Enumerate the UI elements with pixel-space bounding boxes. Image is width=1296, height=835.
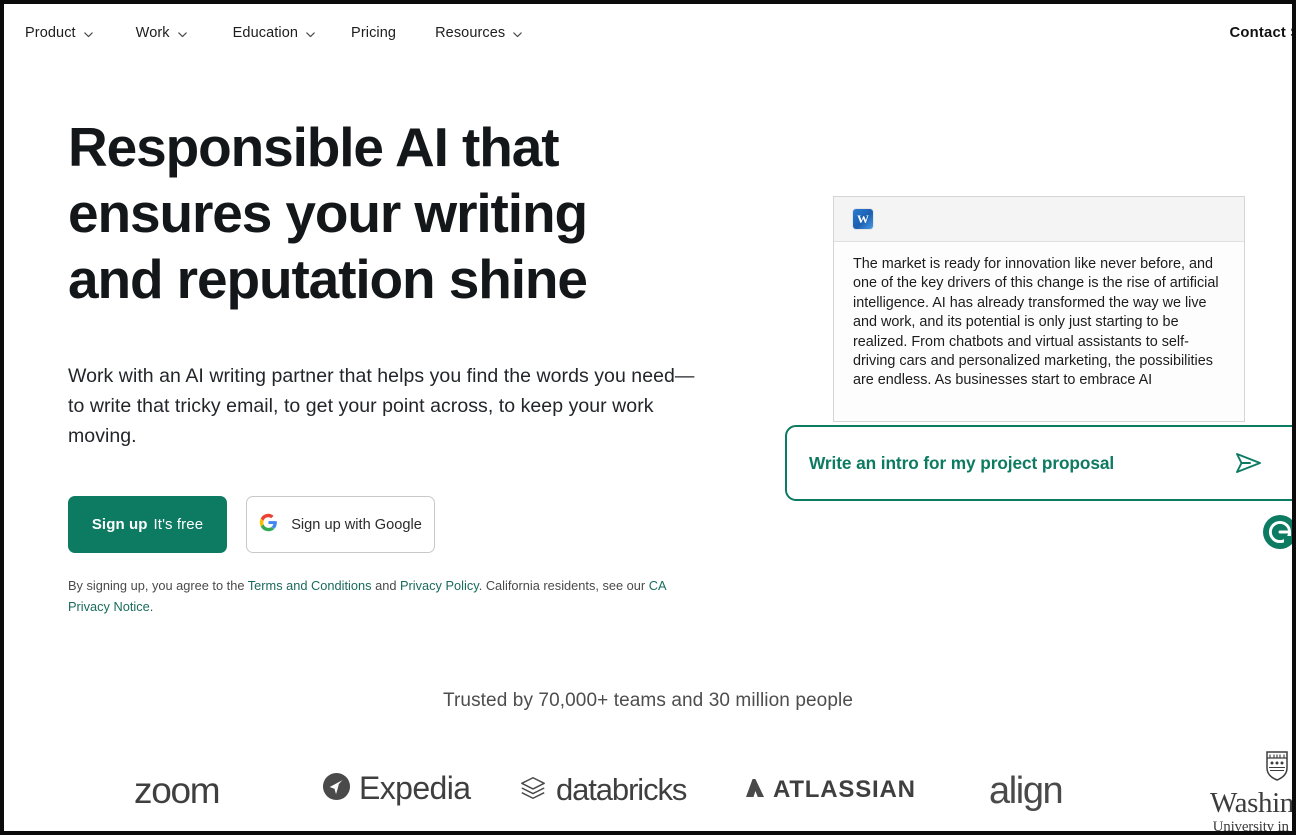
ai-prompt-input[interactable]: Write an intro for my project proposal xyxy=(785,425,1292,501)
atlassian-wordmark: ATLASSIAN xyxy=(773,776,916,803)
page-title: Responsible AI that ensures your writing… xyxy=(68,116,588,310)
databricks-wordmark: databricks xyxy=(556,772,687,807)
document-preview-panel: W The market is ready for innovation lik… xyxy=(833,196,1245,422)
cta-button-row: Sign up It's free Sign up with Google xyxy=(68,496,728,553)
sign-up-button[interactable]: Sign up It's free xyxy=(68,496,227,553)
chevron-down-icon xyxy=(305,29,316,40)
contact-sales-link[interactable]: Contact Sales xyxy=(1230,25,1292,41)
chevron-down-icon xyxy=(512,29,523,40)
sign-up-with-google-button[interactable]: Sign up with Google xyxy=(246,496,435,553)
logo-expedia: Expedia xyxy=(322,770,471,807)
logo-databricks: databricks xyxy=(519,772,687,808)
databricks-layers-icon xyxy=(519,774,547,807)
logo-align: align xyxy=(989,770,1064,812)
legal-disclaimer: By signing up, you agree to the Terms an… xyxy=(68,575,683,617)
washu-wordmark-line2: University in St.Louis xyxy=(1212,819,1292,835)
nav-item-work[interactable]: Work xyxy=(136,19,188,47)
logo-zoom: zoom xyxy=(134,770,221,811)
atlassian-mark-icon xyxy=(745,777,765,804)
hero-subheading: Work with an AI writing partner that hel… xyxy=(68,365,695,447)
grammarly-g-icon xyxy=(1263,515,1292,549)
legal-text-3: . California residents, see our xyxy=(478,578,649,593)
privacy-policy-link[interactable]: Privacy Policy xyxy=(400,578,479,593)
nav-item-label: Resources xyxy=(435,25,506,41)
nav-item-education[interactable]: Education xyxy=(233,19,316,47)
expedia-wordmark: Expedia xyxy=(359,770,471,806)
sign-up-label: Sign up xyxy=(91,516,148,533)
logo-atlassian: ATLASSIAN xyxy=(745,776,916,804)
nav-item-resources[interactable]: Resources xyxy=(435,19,523,47)
logo-washington-university: Washington University in St.Louis xyxy=(1210,749,1294,835)
nav-right-actions: Contact Sales xyxy=(1230,4,1292,62)
trusted-by-text: Trusted by 70,000+ teams and 30 million … xyxy=(442,690,853,711)
washu-wordmark-line1: Washington xyxy=(1210,787,1294,819)
sign-up-sublabel: It's free xyxy=(153,516,204,533)
google-button-label: Sign up with Google xyxy=(291,516,422,533)
nav-item-label: Work xyxy=(135,25,170,41)
nav-item-label: Product xyxy=(25,25,76,41)
legal-text-2: and xyxy=(371,578,400,593)
chevron-down-icon xyxy=(83,29,94,40)
microsoft-word-icon: W xyxy=(853,209,873,229)
nav-item-product[interactable]: Product xyxy=(25,19,94,47)
ai-prompt-text: Write an intro for my project proposal xyxy=(809,452,1115,473)
legal-text-1: By signing up, you agree to the xyxy=(68,578,248,593)
nav-item-pricing[interactable]: Pricing xyxy=(351,19,396,47)
landing-page: Product Work Education Pricing Resources… xyxy=(0,0,1296,835)
send-arrow-icon[interactable] xyxy=(1233,448,1263,478)
nav-item-label: Pricing xyxy=(351,25,397,41)
customer-logo-strip: zoom Expedia databricks ATLASSIAN align … xyxy=(4,751,1292,831)
google-g-icon xyxy=(259,513,278,536)
document-body-text: The market is ready for innovation like … xyxy=(853,256,1219,389)
main-navigation: Product Work Education Pricing Resources… xyxy=(4,4,1292,62)
document-toolbar: W xyxy=(834,197,1244,242)
chevron-down-icon xyxy=(177,29,188,40)
expedia-plane-icon xyxy=(322,772,351,806)
legal-text-4: . xyxy=(149,599,154,614)
nav-links: Product Work Education Pricing Resources xyxy=(4,19,565,47)
terms-and-conditions-link[interactable]: Terms and Conditions xyxy=(248,578,372,593)
hero-content: Responsible AI that ensures your writing… xyxy=(68,114,728,617)
washu-shield-icon xyxy=(1263,749,1291,788)
nav-item-label: Education xyxy=(232,25,299,41)
